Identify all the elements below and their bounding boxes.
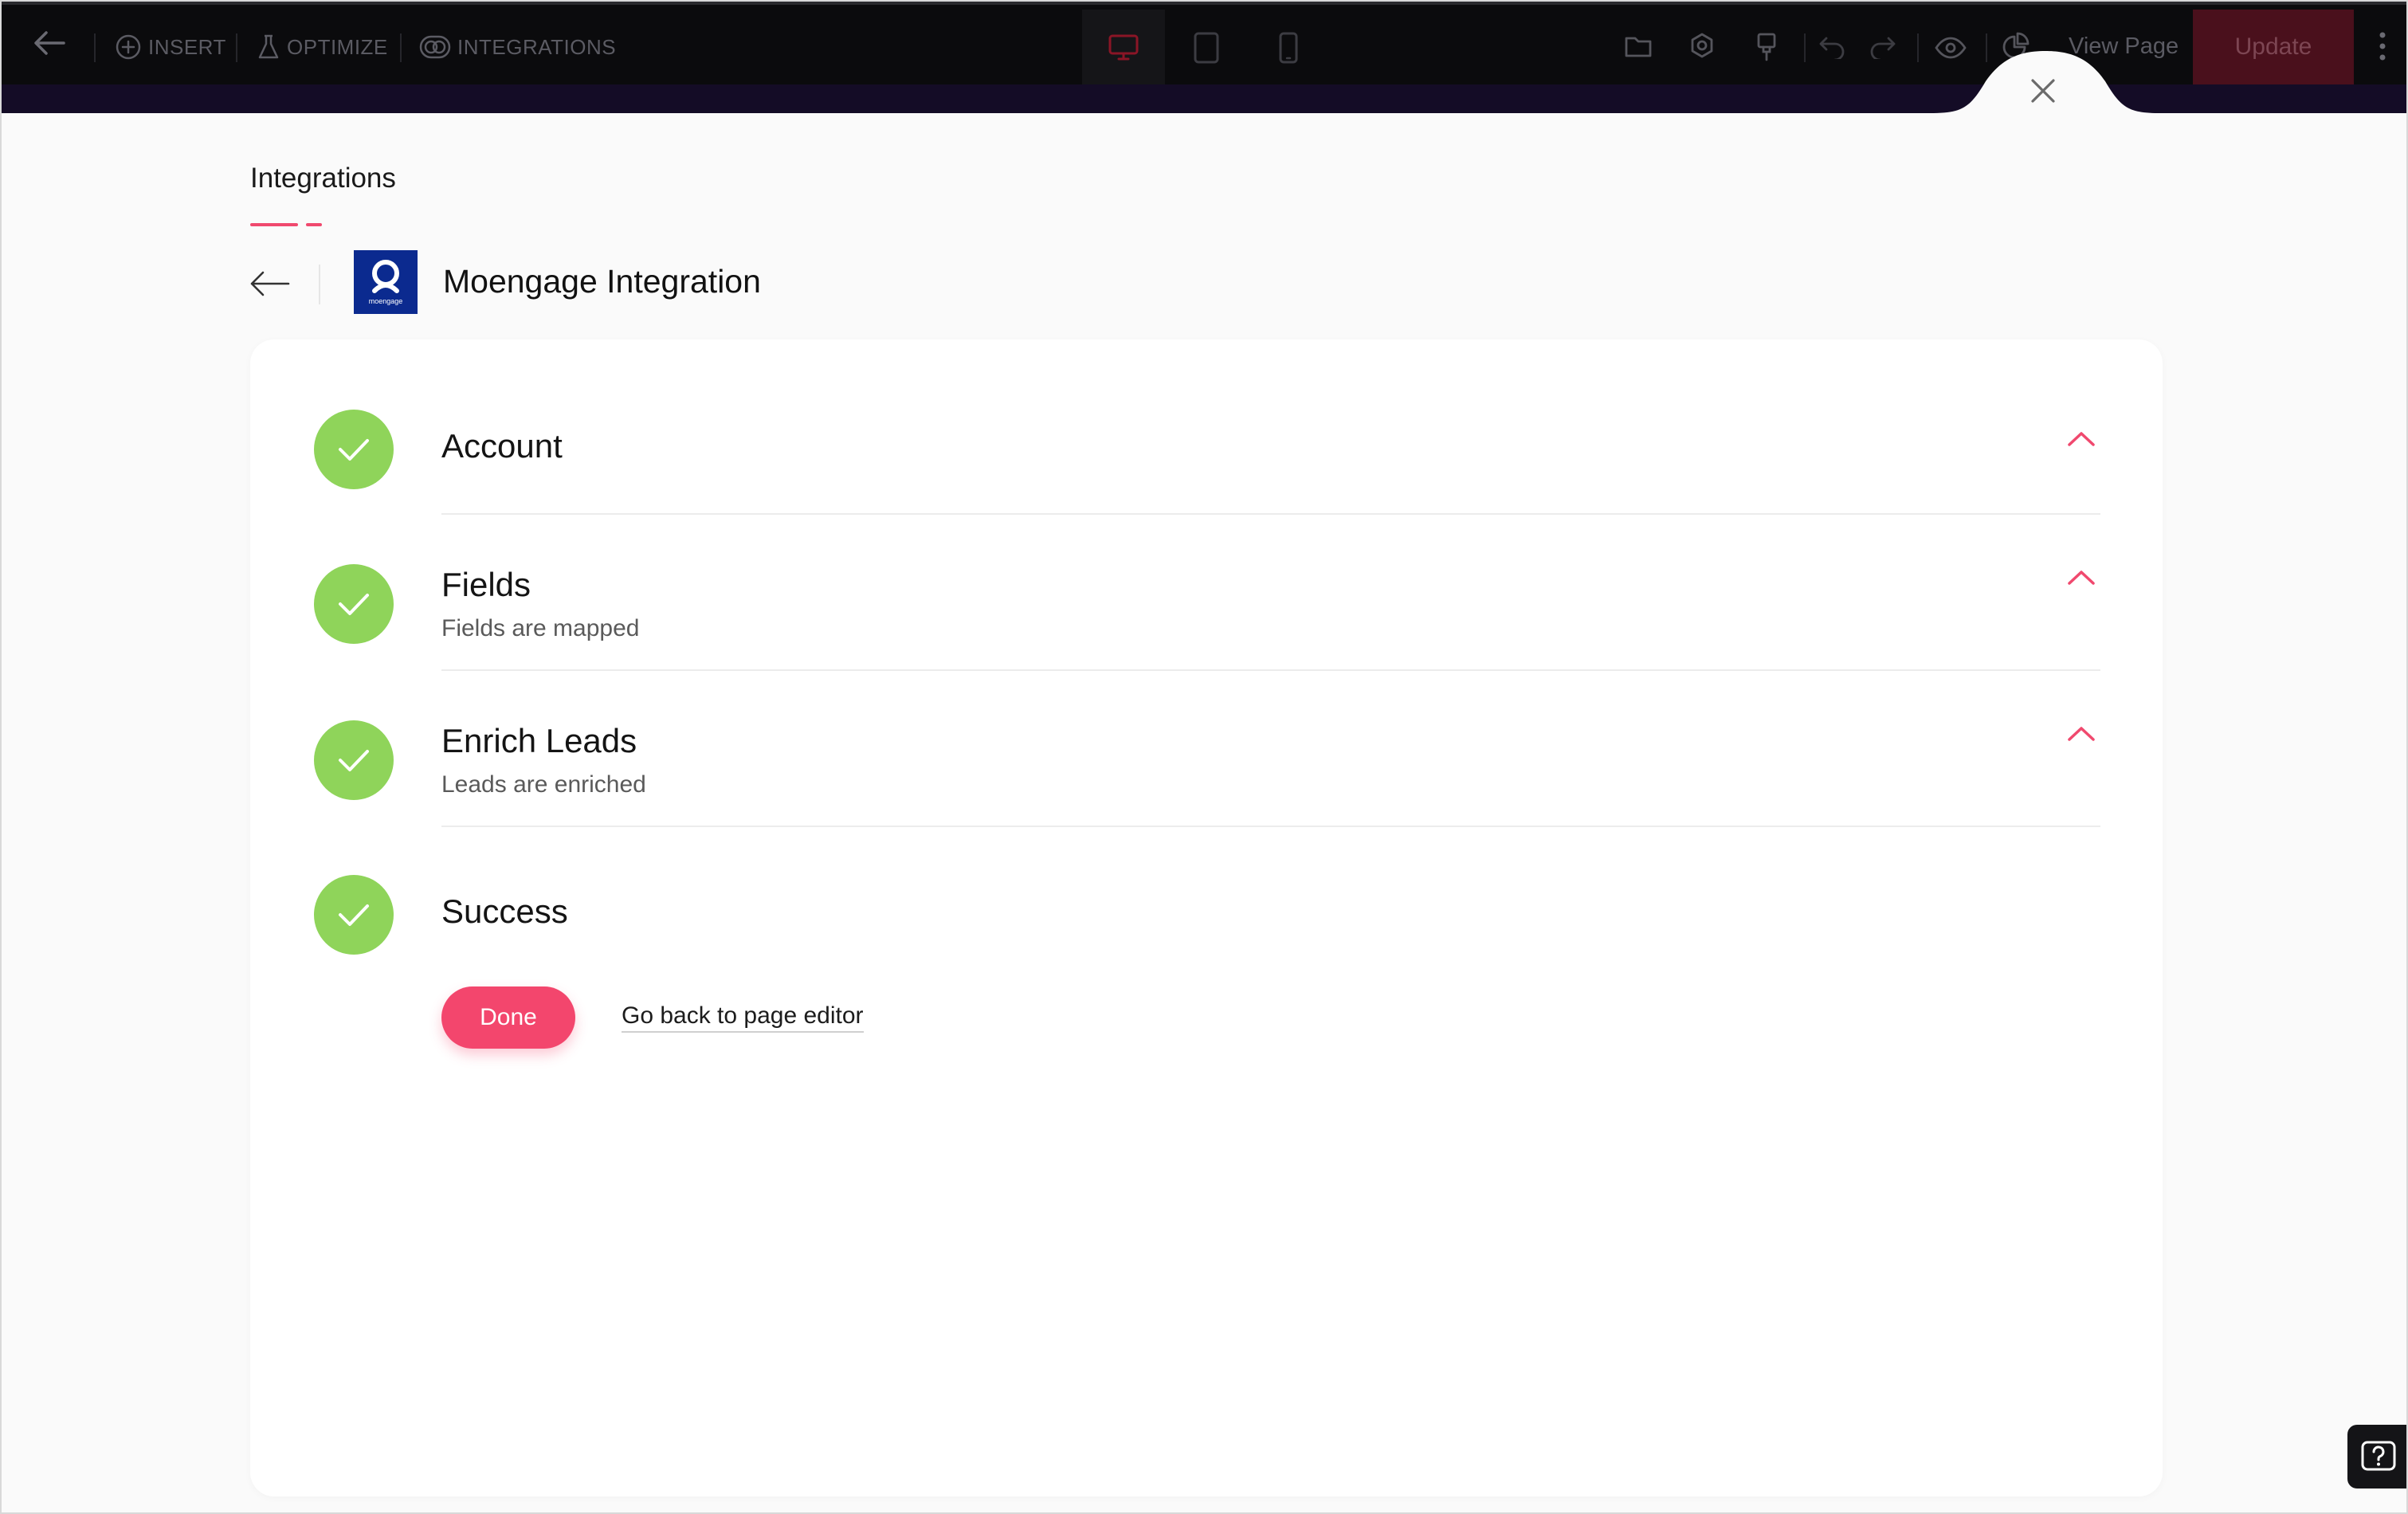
integrations-label: INTEGRATIONS	[457, 34, 617, 59]
step-toggle-enrich-leads[interactable]	[2065, 724, 2097, 744]
toolbar-divider	[400, 33, 402, 62]
step-divider	[441, 513, 2100, 515]
folder-icon[interactable]	[1624, 33, 1653, 59]
title-underline	[250, 223, 298, 226]
update-button[interactable]: Update	[2193, 10, 2354, 84]
done-button[interactable]: Done	[441, 986, 575, 1049]
tablet-icon[interactable]	[1192, 32, 1221, 64]
plus-circle-icon	[115, 33, 142, 61]
preview-eye-icon[interactable]	[1935, 37, 1967, 59]
help-button[interactable]	[2347, 1425, 2406, 1489]
view-page-link[interactable]: View Page	[2069, 33, 2179, 60]
insert-label: INSERT	[148, 34, 226, 59]
integrations-button[interactable]: INTEGRATIONS	[419, 33, 616, 61]
step-toggle-account[interactable]	[2065, 429, 2097, 449]
step-title-account: Account	[441, 427, 563, 465]
toolbar-divider	[1917, 33, 1919, 62]
step-title-enrich-leads: Enrich Leads	[441, 722, 637, 759]
checkmark-icon	[339, 594, 369, 615]
optimize-button[interactable]: OPTIMIZE	[257, 33, 388, 61]
integrations-icon	[419, 33, 451, 61]
step-divider	[441, 826, 2100, 827]
paint-brush-icon[interactable]	[1755, 32, 1779, 62]
toolbar-divider	[94, 33, 96, 62]
checkmark-icon	[339, 439, 369, 461]
toolbar-divider	[1804, 33, 1806, 62]
insert-button[interactable]: INSERT	[115, 33, 226, 61]
header-divider	[319, 265, 320, 304]
arrow-left-icon	[250, 271, 290, 296]
more-vertical-icon[interactable]	[2378, 30, 2387, 62]
step-toggle-fields[interactable]	[2065, 567, 2097, 588]
app-frame: INSERT OPTIMIZE INTEGRATIONS View Page U…	[0, 0, 2408, 1514]
step-title-success: Success	[441, 892, 568, 930]
toolbar-divider	[1986, 33, 1987, 62]
mobile-icon[interactable]	[1278, 32, 1299, 64]
toolbar-divider	[236, 33, 237, 62]
step-complete-badge	[314, 720, 394, 800]
moengage-brand-icon	[372, 260, 399, 293]
settings-icon[interactable]	[1688, 32, 1716, 61]
step-divider	[441, 669, 2100, 671]
optimize-label: OPTIMIZE	[287, 34, 388, 59]
chevron-up-icon	[2068, 571, 2095, 585]
checkmark-icon	[339, 904, 369, 926]
step-subtitle-fields: Fields are mapped	[441, 615, 640, 641]
go-back-to-editor-link[interactable]: Go back to page editor	[622, 1002, 864, 1033]
title-underline	[306, 223, 322, 226]
checkmark-icon	[339, 750, 369, 771]
step-complete-badge	[314, 875, 394, 955]
section-title: Integrations	[250, 163, 396, 194]
step-complete-badge	[314, 410, 394, 489]
close-button[interactable]	[2019, 67, 2067, 115]
logo-wordmark: moengage	[368, 297, 403, 305]
chevron-up-icon	[2068, 727, 2095, 741]
analytics-pie-icon[interactable]	[2002, 32, 2030, 61]
integration-steps-card: Account Fields Fields are mapped Enrich …	[250, 339, 2163, 1496]
redo-icon[interactable]	[1868, 35, 1896, 59]
back-button[interactable]	[247, 268, 292, 300]
view-page-label: View Page	[2069, 33, 2179, 59]
step-complete-badge	[314, 564, 394, 644]
help-question-icon	[2361, 1441, 2396, 1471]
moengage-logo: moengage	[354, 250, 418, 314]
chevron-up-icon	[2068, 432, 2095, 446]
step-title-fields: Fields	[441, 566, 531, 603]
step-subtitle-enrich-leads: Leads are enriched	[441, 771, 646, 798]
back-arrow-icon[interactable]	[32, 29, 67, 57]
flask-icon	[257, 33, 280, 61]
close-icon	[2031, 79, 2055, 103]
desktop-icon	[1108, 33, 1139, 62]
integration-title: Moengage Integration	[443, 263, 761, 300]
undo-icon[interactable]	[1818, 35, 1847, 59]
